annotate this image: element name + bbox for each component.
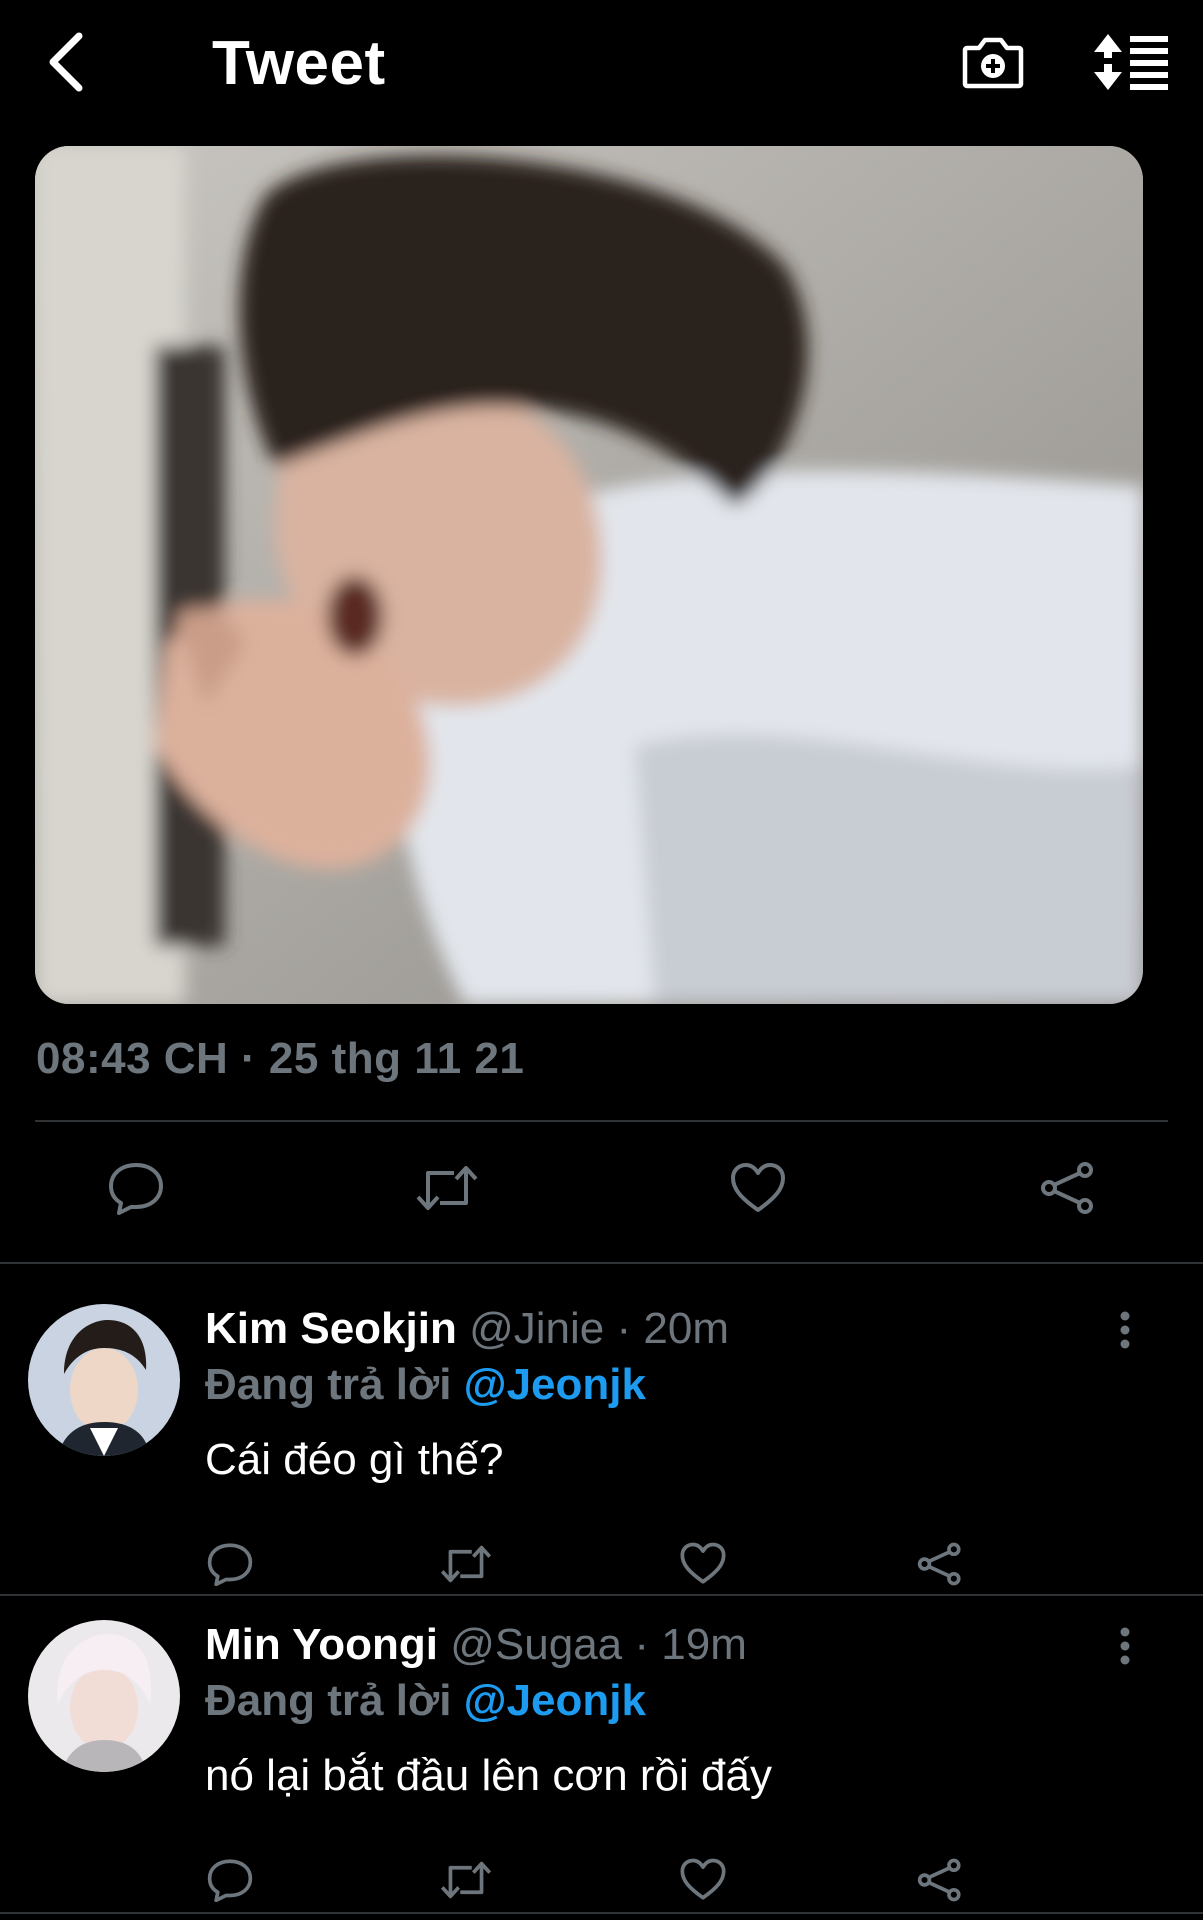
replying-to-label: Đang trả lời <box>205 1676 452 1725</box>
avatar[interactable] <box>28 1620 180 1772</box>
retweet-button[interactable] <box>436 1852 496 1912</box>
page-title: Tweet <box>212 29 386 98</box>
chevron-left-icon <box>43 30 87 99</box>
like-icon <box>679 1858 727 1906</box>
mention-link[interactable]: @Jeonjk <box>464 1360 646 1409</box>
replying-to-label: Đang trả lời <box>205 1360 452 1409</box>
user-handle[interactable]: @Sugaa <box>450 1620 622 1669</box>
display-name[interactable]: Kim Seokjin <box>205 1304 457 1353</box>
retweet-icon <box>414 1163 480 1218</box>
sort-list-icon <box>1094 32 1170 97</box>
reply-time: 19m <box>661 1620 747 1669</box>
tweet-action-bar <box>0 1150 1203 1230</box>
replying-to: Đang trả lời @Jeonjk <box>205 1356 646 1414</box>
avatar[interactable] <box>28 1304 180 1456</box>
share-icon <box>1039 1161 1097 1220</box>
separator-dot: · <box>616 1304 632 1353</box>
more-options-button[interactable] <box>1100 1620 1150 1676</box>
display-name[interactable]: Min Yoongi <box>205 1620 438 1669</box>
more-options-button[interactable] <box>1100 1304 1150 1360</box>
user-handle[interactable]: @Jinie <box>469 1304 604 1353</box>
camera-add-button[interactable] <box>955 26 1031 102</box>
reply-text: Cái đéo gì thế? <box>205 1435 504 1484</box>
reply-header: Kim Seokjin @Jinie · 20m <box>205 1300 729 1358</box>
like-button[interactable] <box>718 1150 798 1230</box>
sort-button[interactable] <box>1090 26 1174 102</box>
more-vertical-icon <box>1119 1310 1131 1355</box>
like-button[interactable] <box>673 1852 733 1912</box>
reply-icon <box>206 1858 254 1907</box>
reply-tweet[interactable]: Kim Seokjin @Jinie · 20m Đang trả lời @J… <box>0 1264 1203 1594</box>
reply-action-bar <box>0 1852 1203 1912</box>
reply-text: nó lại bắt đầu lên cơn rồi đấy <box>205 1751 772 1800</box>
divider <box>35 1120 1168 1122</box>
reply-button[interactable] <box>96 1150 176 1230</box>
back-button[interactable] <box>30 22 100 106</box>
reply-time: 20m <box>643 1304 729 1353</box>
tweet-timestamp: 08:43 CH · 25 thg 11 21 <box>36 1034 525 1083</box>
divider <box>0 1912 1203 1914</box>
separator-dot: · <box>634 1620 650 1669</box>
mention-link[interactable]: @Jeonjk <box>464 1676 646 1725</box>
reply-icon <box>107 1161 165 1220</box>
camera-add-icon <box>961 32 1025 97</box>
reply-button[interactable] <box>200 1852 260 1912</box>
like-icon <box>729 1162 787 1219</box>
share-icon <box>916 1858 964 1907</box>
top-bar: Tweet <box>0 0 1203 130</box>
reply-tweet[interactable]: Min Yoongi @Sugaa · 19m Đang trả lời @Je… <box>0 1580 1203 1920</box>
replying-to: Đang trả lời @Jeonjk <box>205 1672 646 1730</box>
more-vertical-icon <box>1119 1626 1131 1671</box>
share-button[interactable] <box>910 1852 970 1912</box>
reply-header: Min Yoongi @Sugaa · 19m <box>205 1616 747 1674</box>
share-button[interactable] <box>1028 1150 1108 1230</box>
retweet-icon <box>439 1859 493 1906</box>
tweet-media-photo[interactable] <box>35 146 1143 1004</box>
retweet-button[interactable] <box>407 1150 487 1230</box>
